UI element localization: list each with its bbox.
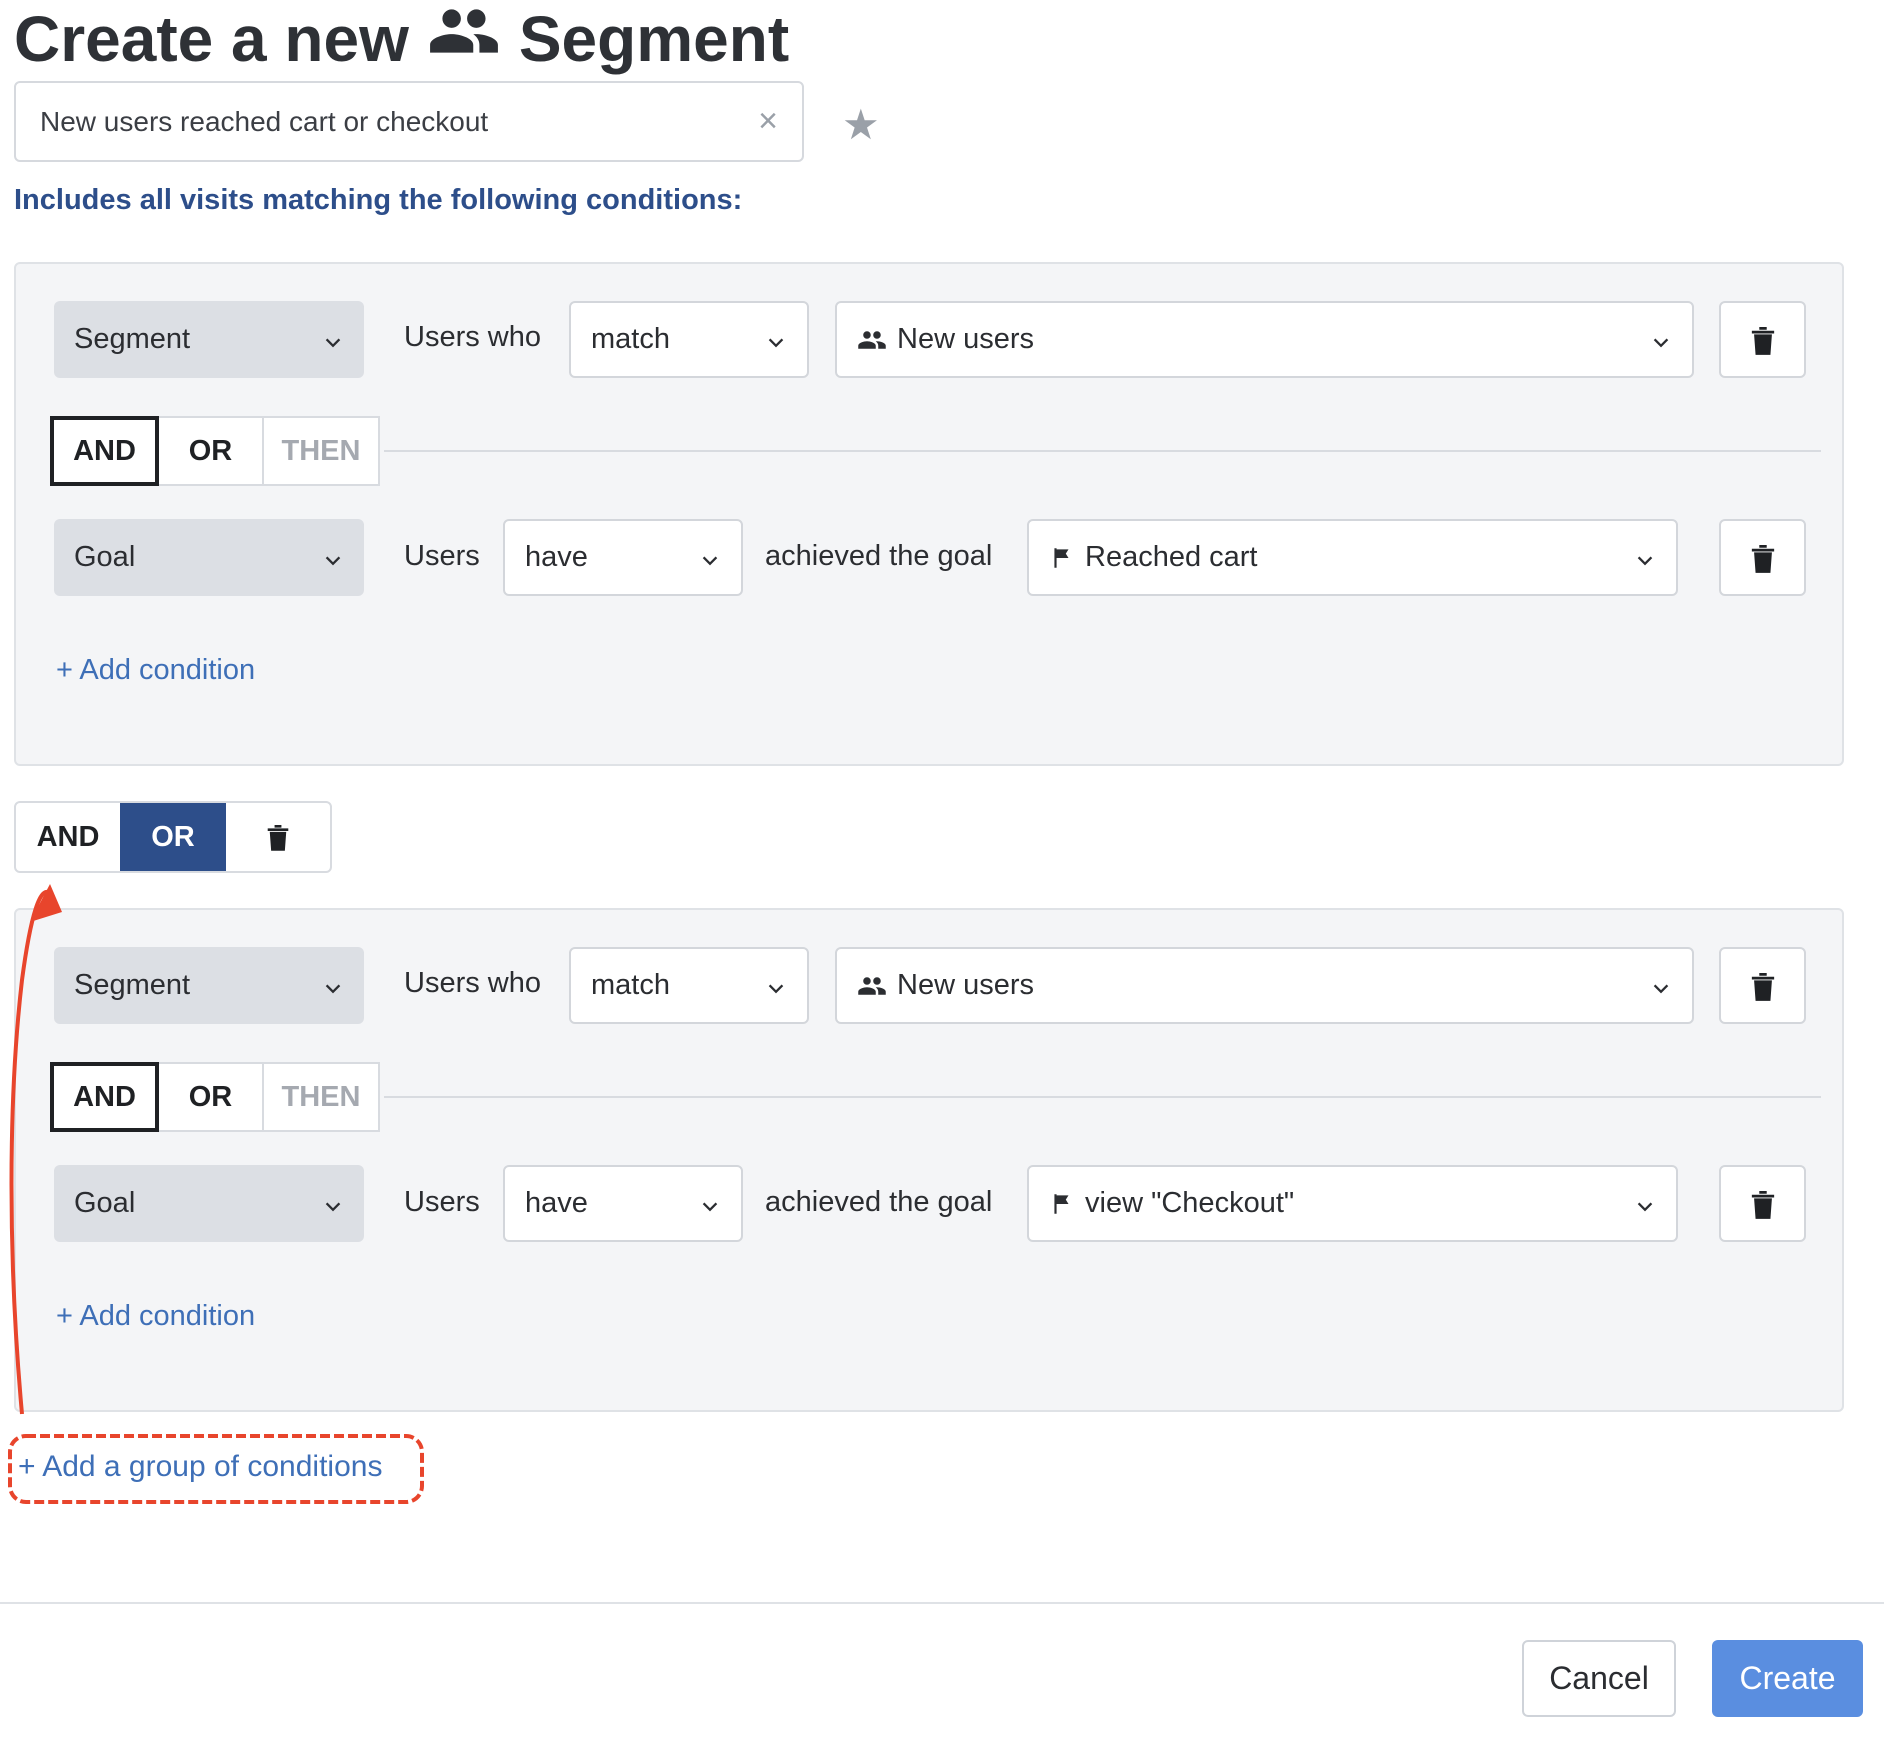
group-connector-or[interactable]: OR — [120, 803, 226, 871]
goal-label: achieved the goal — [765, 540, 993, 572]
operator-value: match — [591, 969, 670, 1001]
footer-divider — [0, 1602, 1884, 1604]
operator-value: have — [525, 541, 588, 573]
clear-icon[interactable]: × — [758, 102, 778, 141]
condition-type-select[interactable]: Goal — [54, 519, 364, 596]
add-condition-link[interactable]: + Add condition — [56, 1300, 255, 1333]
connector-or[interactable]: OR — [157, 416, 264, 486]
trash-icon — [1751, 326, 1774, 355]
trash-icon — [1751, 544, 1774, 573]
segment-value-select[interactable]: New users — [835, 947, 1694, 1024]
operator-value: match — [591, 323, 670, 355]
trash-icon — [1751, 1190, 1774, 1219]
operator-select[interactable]: match — [569, 301, 809, 378]
add-group-link[interactable]: + Add a group of conditions — [18, 1450, 382, 1484]
chevron-down-icon — [765, 329, 787, 351]
users-icon — [857, 971, 887, 1001]
flag-icon — [1049, 1191, 1075, 1217]
delete-condition-button[interactable] — [1719, 519, 1806, 596]
goal-value-select[interactable]: view "Checkout" — [1027, 1165, 1678, 1242]
delete-condition-button[interactable] — [1719, 1165, 1806, 1242]
operator-value: have — [525, 1187, 588, 1219]
chevron-down-icon — [765, 975, 787, 997]
chevron-down-icon — [699, 1193, 721, 1215]
delete-condition-button[interactable] — [1719, 301, 1806, 378]
connector-then[interactable]: THEN — [262, 1062, 380, 1132]
condition-type-value: Segment — [74, 323, 191, 355]
goal-value: view "Checkout" — [1085, 1187, 1295, 1219]
goal-value-select[interactable]: Reached cart — [1027, 519, 1678, 596]
page-title-suffix: Segment — [518, 2, 790, 75]
chevron-down-icon — [322, 975, 344, 997]
cancel-button[interactable]: Cancel — [1522, 1640, 1676, 1717]
add-condition-link[interactable]: + Add condition — [56, 654, 255, 687]
condition-type-select[interactable]: Segment — [54, 947, 364, 1024]
goal-value: Reached cart — [1085, 541, 1258, 573]
condition-label: Users — [404, 1186, 480, 1218]
chevron-down-icon — [1634, 547, 1656, 569]
page-title-prefix: Create a new — [14, 2, 409, 75]
condition-label: Users who — [404, 321, 541, 353]
operator-select[interactable]: match — [569, 947, 809, 1024]
includes-description: Includes all visits matching the followi… — [14, 184, 743, 216]
segment-name-input[interactable]: New users reached cart or checkout × — [14, 81, 804, 162]
condition-connector: AND OR THEN — [50, 416, 380, 486]
segment-value-select[interactable]: New users — [835, 301, 1694, 378]
chevron-down-icon — [699, 547, 721, 569]
chevron-down-icon — [322, 547, 344, 569]
flag-icon — [1049, 545, 1075, 571]
group-connector-and[interactable]: AND — [16, 803, 120, 871]
segment-name-value: New users reached cart or checkout — [40, 105, 489, 137]
chevron-down-icon — [1634, 1193, 1656, 1215]
divider — [384, 1096, 1821, 1098]
goal-label: achieved the goal — [765, 1186, 993, 1218]
chevron-down-icon — [1650, 975, 1672, 997]
connector-and[interactable]: AND — [50, 1062, 159, 1132]
trash-icon — [267, 825, 289, 851]
chevron-down-icon — [322, 329, 344, 351]
condition-type-select[interactable]: Segment — [54, 301, 364, 378]
operator-select[interactable]: have — [503, 1165, 743, 1242]
condition-group-1: Segment Users who match New users AND OR… — [14, 262, 1844, 766]
segment-value: New users — [897, 323, 1034, 355]
condition-connector: AND OR THEN — [50, 1062, 380, 1132]
page-title: Create a new Segment — [14, 0, 789, 83]
condition-label: Users who — [404, 967, 541, 999]
condition-type-value: Goal — [74, 541, 136, 573]
delete-group-button[interactable] — [226, 803, 330, 871]
condition-type-value: Segment — [74, 969, 191, 1001]
group-connector: AND OR — [14, 801, 332, 873]
condition-type-value: Goal — [74, 1187, 136, 1219]
chevron-down-icon — [1650, 329, 1672, 351]
delete-condition-button[interactable] — [1719, 947, 1806, 1024]
trash-icon — [1751, 972, 1774, 1001]
create-button[interactable]: Create — [1712, 1640, 1863, 1717]
condition-group-2: Segment Users who match New users AND OR… — [14, 908, 1844, 1412]
connector-or[interactable]: OR — [157, 1062, 264, 1132]
operator-select[interactable]: have — [503, 519, 743, 596]
divider — [384, 450, 1821, 452]
connector-then[interactable]: THEN — [262, 416, 380, 486]
star-icon[interactable]: ★ — [842, 100, 880, 149]
connector-and[interactable]: AND — [50, 416, 159, 486]
segment-value: New users — [897, 969, 1034, 1001]
condition-label: Users — [404, 540, 480, 572]
chevron-down-icon — [322, 1193, 344, 1215]
condition-type-select[interactable]: Goal — [54, 1165, 364, 1242]
users-icon — [857, 325, 887, 355]
users-icon — [427, 0, 501, 83]
